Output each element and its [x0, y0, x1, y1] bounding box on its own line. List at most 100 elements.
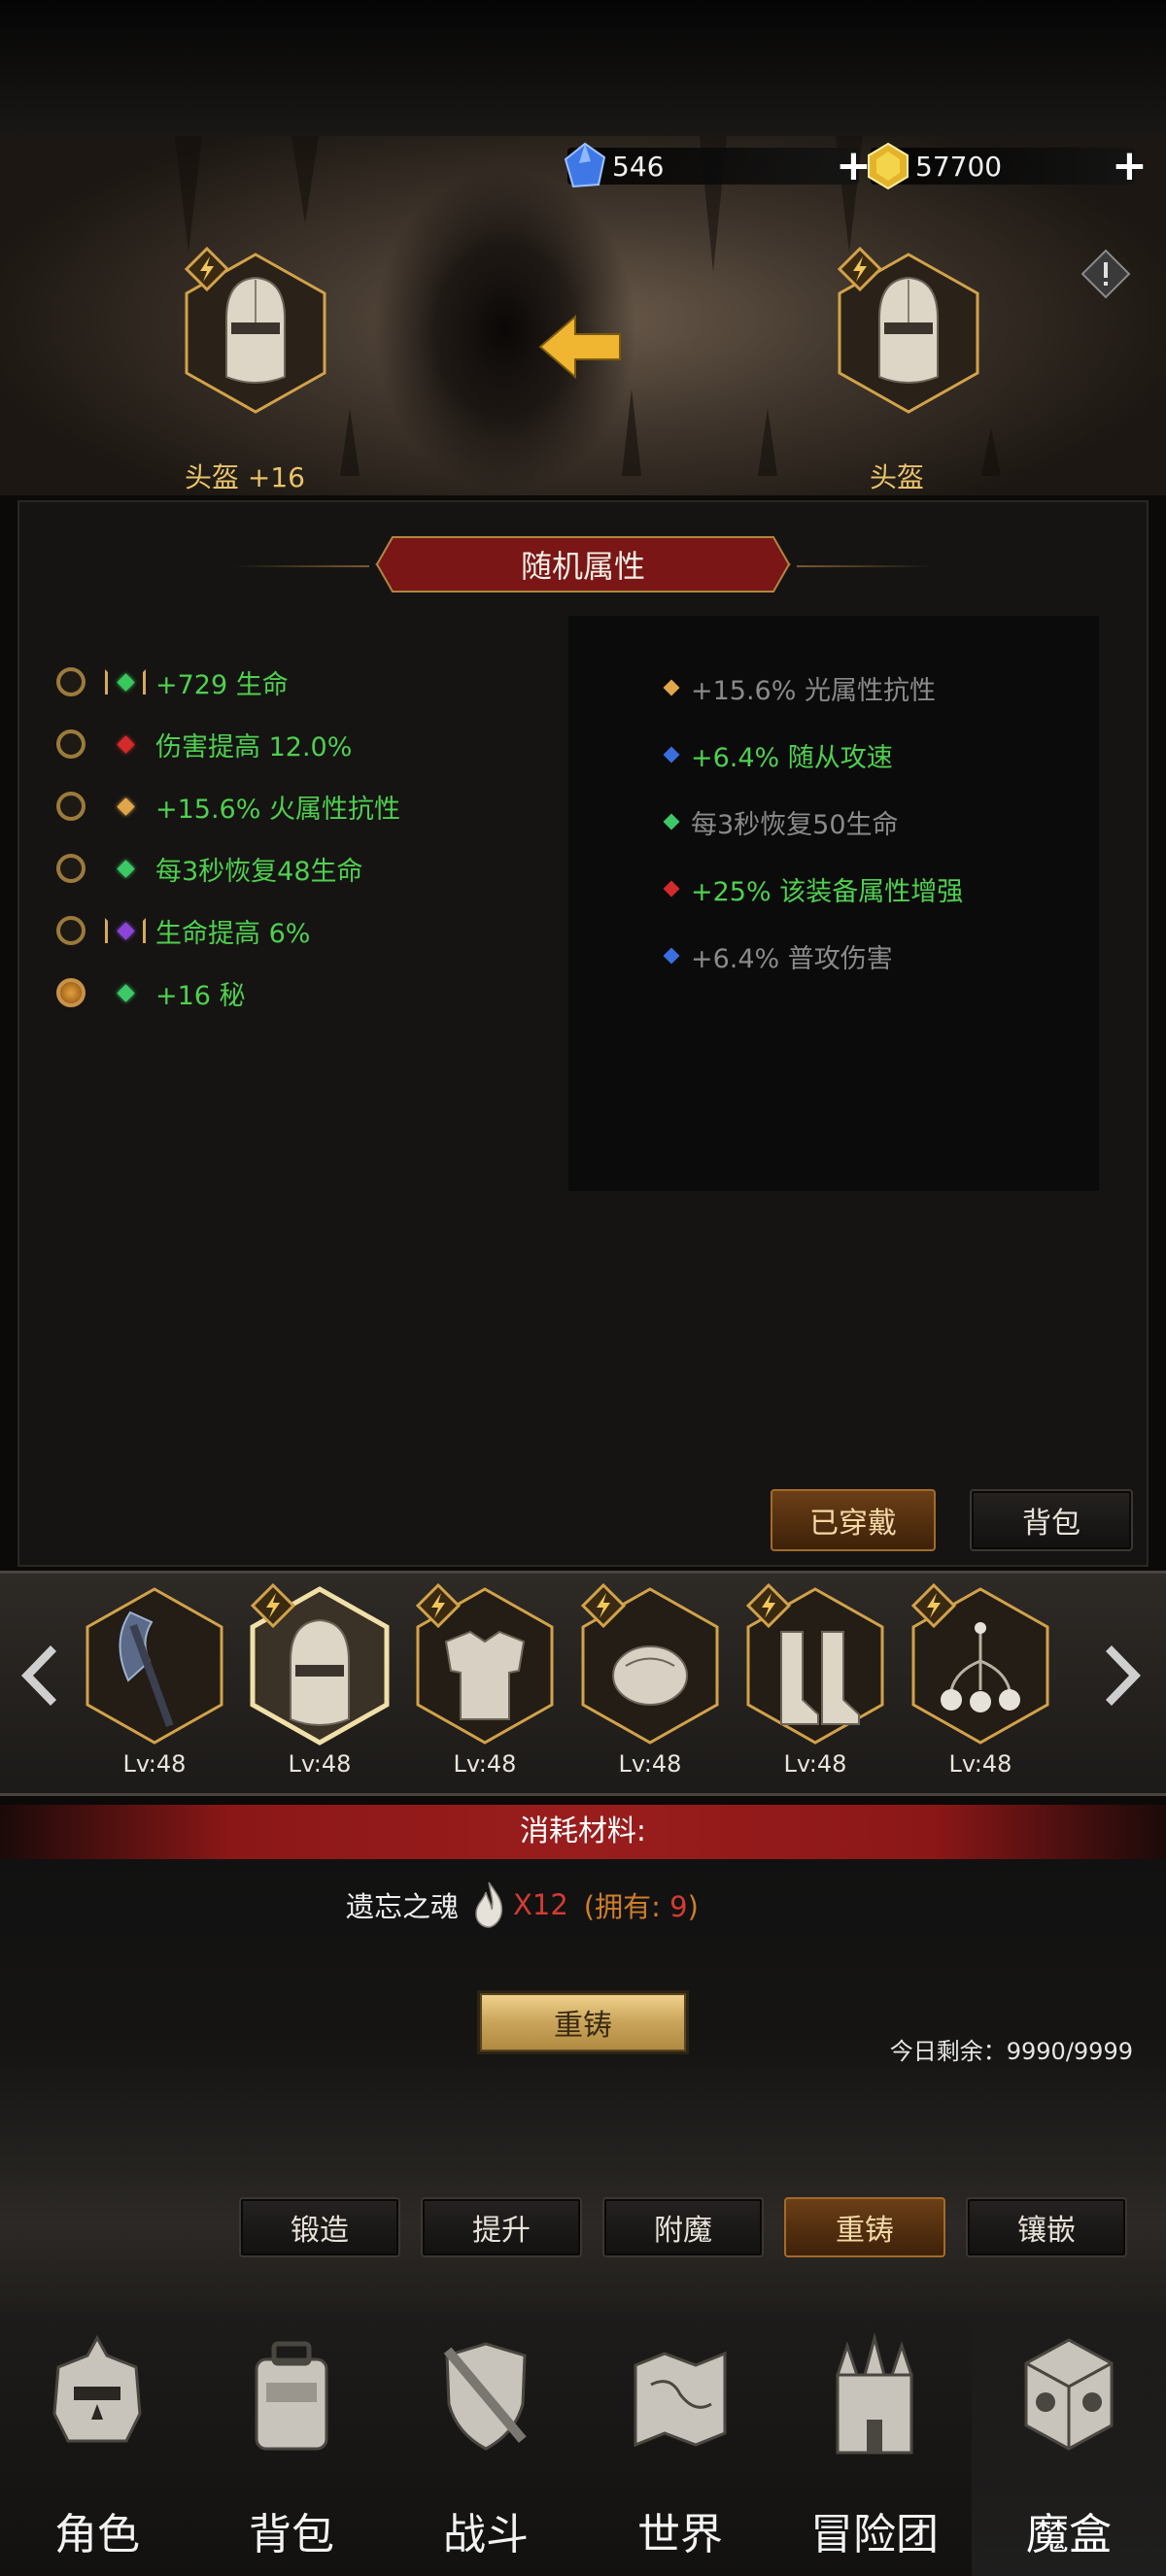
arrow-left-icon	[538, 314, 621, 380]
equipment-level: Lv:48	[783, 1750, 847, 1778]
new-attribute-row: +15.6% 光属性抗性	[663, 668, 936, 707]
equipment-level: Lv:48	[618, 1750, 682, 1778]
equipment-slot[interactable]: Lv:48	[908, 1583, 1053, 1778]
castle-icon	[835, 2332, 914, 2455]
lightning-badge-icon	[581, 1583, 626, 1628]
material-row: 遗忘之魂 X12 (拥有: 9)	[346, 1881, 699, 1929]
attribute-text: 伤害提高 12.0%	[155, 731, 353, 763]
nav-label: 世界	[637, 2510, 723, 2559]
lightning-badge-icon	[251, 1583, 295, 1628]
attribute-gem-icon	[663, 746, 680, 763]
reforge-button[interactable]: 重铸	[480, 1993, 686, 2051]
top-bar-background	[0, 0, 1166, 141]
attribute-text: +15.6% 火属性抗性	[155, 794, 400, 825]
diamond-icon	[564, 142, 606, 188]
lock-toggle[interactable]	[56, 667, 86, 696]
nav-castle[interactable]: 冒险团	[777, 2317, 972, 2576]
attribute-text: +15.6% 光属性抗性	[691, 675, 936, 706]
info-icon[interactable]	[1080, 249, 1131, 299]
gold-icon	[868, 142, 909, 190]
attribute-gem-icon	[103, 667, 148, 696]
lightning-badge-icon	[416, 1583, 461, 1628]
consumption-banner: 消耗材料:	[0, 1805, 1166, 1859]
lock-toggle[interactable]	[56, 978, 86, 1007]
lightning-badge-icon	[185, 247, 229, 291]
lower-background	[0, 1859, 1166, 2345]
soul-flame-icon	[475, 1881, 503, 1928]
attribute-gem-icon	[103, 978, 148, 1007]
current-attribute-row[interactable]: 伤害提高 12.0%	[56, 725, 352, 763]
current-attribute-row[interactable]: 每3秒恢复48生命	[56, 849, 363, 888]
tab-upgrade[interactable]: 提升	[421, 2197, 582, 2257]
section-title: 随机属性	[520, 548, 645, 585]
nav-label: 背包	[249, 2510, 334, 2559]
lightning-badge-icon	[746, 1583, 791, 1628]
current-attribute-row[interactable]: +15.6% 火属性抗性	[56, 787, 400, 826]
equipment-slot[interactable]: Lv:48	[742, 1583, 888, 1778]
nav-magic-box[interactable]: 魔盒	[972, 2317, 1166, 2576]
magic-box-icon	[1024, 2338, 1114, 2451]
attribute-text: +729 生命	[155, 669, 289, 700]
current-item-label: 头盔 +16	[185, 461, 305, 493]
attribute-text: +16 秘	[155, 980, 246, 1011]
tab-reforge[interactable]: 重铸	[784, 2197, 945, 2257]
lightning-badge-icon	[838, 247, 882, 291]
tab-inlay[interactable]: 镶嵌	[966, 2197, 1127, 2257]
attribute-gem-icon	[103, 729, 148, 759]
equipment-slot[interactable]: Lv:48	[82, 1583, 227, 1778]
character-icon	[52, 2334, 142, 2443]
gold-amount: 57700	[915, 150, 1003, 183]
equipment-level: Lv:48	[122, 1750, 187, 1778]
gold-counter: 57700 +	[868, 142, 1148, 190]
nav-label: 角色	[54, 2510, 140, 2559]
title-divider-right	[797, 565, 933, 567]
consumption-title: 消耗材料:	[519, 1814, 647, 1848]
attribute-text: +25% 该装备属性增强	[691, 876, 964, 907]
new-item-label: 头盔	[870, 461, 925, 493]
material-quantity: X12	[513, 1888, 568, 1921]
nav-world-map[interactable]: 世界	[583, 2317, 777, 2576]
material-name: 遗忘之魂	[346, 1890, 460, 1923]
material-owned-count: 9	[669, 1890, 688, 1923]
equipment-slot[interactable]: Lv:48	[577, 1583, 723, 1778]
nav-battle[interactable]: 战斗	[389, 2317, 583, 2576]
chevron-left-icon[interactable]	[12, 1642, 60, 1710]
nav-backpack[interactable]: 背包	[194, 2317, 389, 2576]
nav-label: 魔盒	[1026, 2510, 1112, 2559]
equipment-level: Lv:48	[288, 1750, 352, 1778]
equipped-button[interactable]: 已穿戴	[771, 1489, 936, 1551]
lock-toggle[interactable]	[56, 792, 86, 821]
material-owned: (拥有: 9)	[583, 1890, 699, 1923]
bag-button[interactable]: 背包	[970, 1489, 1133, 1551]
backpack-icon	[255, 2341, 328, 2451]
nav-label: 战斗	[443, 2510, 529, 2559]
attribute-text: 每3秒恢复50生命	[691, 809, 899, 840]
lock-toggle[interactable]	[56, 729, 86, 759]
new-attribute-row: 每3秒恢复50生命	[663, 802, 899, 841]
lock-toggle[interactable]	[56, 916, 86, 945]
new-attribute-row: +6.4% 普攻伤害	[663, 936, 893, 975]
equipment-slot[interactable]: Lv:48	[412, 1583, 558, 1778]
current-attribute-row[interactable]: 生命提高 6%	[56, 911, 310, 950]
attribute-gem-icon	[103, 854, 148, 883]
tab-forge[interactable]: 锻造	[239, 2197, 400, 2257]
new-attribute-row: +25% 该装备属性增强	[663, 869, 964, 908]
equipment-level: Lv:48	[453, 1750, 517, 1778]
equipment-slot[interactable]: Lv:48	[247, 1583, 393, 1778]
nav-character[interactable]: 角色	[0, 2317, 194, 2576]
current-attribute-row[interactable]: +729 生命	[56, 662, 289, 701]
attribute-text: +6.4% 随从攻速	[691, 742, 893, 773]
tab-enchant[interactable]: 附魔	[602, 2197, 764, 2257]
lock-toggle[interactable]	[56, 854, 86, 883]
current-attribute-row[interactable]: +16 秘	[56, 973, 246, 1012]
diamond-counter: 546 +	[564, 142, 872, 188]
chevron-right-icon[interactable]	[1102, 1642, 1150, 1710]
attribute-gem-icon	[663, 880, 680, 898]
add-gold-button[interactable]: +	[1112, 145, 1148, 187]
attribute-gem-icon	[103, 916, 148, 945]
lightning-badge-icon	[911, 1583, 956, 1628]
attribute-text: +6.4% 普攻伤害	[691, 943, 893, 974]
attribute-text: 每3秒恢复48生命	[155, 856, 363, 887]
equipment-level: Lv:48	[948, 1750, 1012, 1778]
daily-remaining: 今日剩余：9990/9999	[889, 2038, 1133, 2065]
